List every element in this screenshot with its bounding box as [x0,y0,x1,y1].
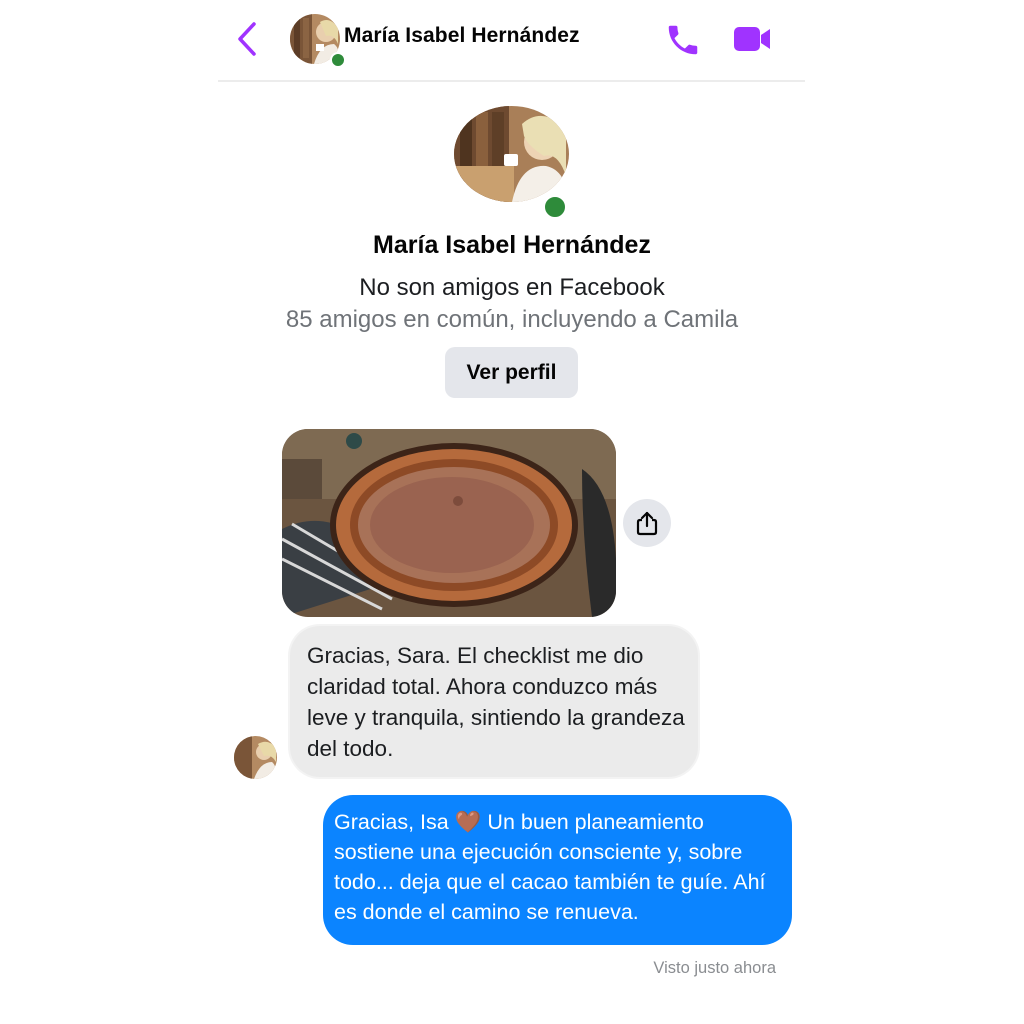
view-profile-button[interactable]: Ver perfil [445,347,578,398]
phone-icon [668,25,698,55]
chevron-left-icon [238,22,256,56]
online-indicator [330,52,346,68]
sender-avatar[interactable] [234,736,277,779]
online-indicator-large [542,194,568,220]
video-call-button[interactable] [732,22,772,56]
share-icon [636,511,658,536]
chat-header: María Isabel Hernández [218,0,805,82]
photo-message[interactable] [282,429,616,617]
friendship-status: No son amigos en Facebook [359,274,665,301]
back-button[interactable] [236,20,258,58]
profile-name: María Isabel Hernández [373,231,651,259]
share-button[interactable] [623,499,671,547]
seen-status: Visto justo ahora [653,959,776,977]
contact-name[interactable]: María Isabel Hernández [344,24,580,48]
mutual-friends: 85 amigos en común, incluyendo a Camila [285,306,739,333]
outgoing-message-text: Gracias, Isa 🤎 Un buen planeamiento sost… [334,810,766,924]
call-button[interactable] [664,20,702,60]
profile-avatar[interactable] [454,106,569,202]
video-camera-icon [734,27,770,51]
incoming-message-text: Gracias, Sara. El checklist me dio clari… [307,643,685,761]
